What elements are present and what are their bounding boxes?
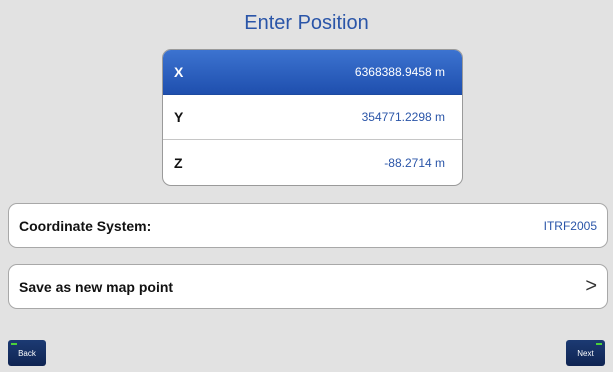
- coordinate-value: -88.2714 m: [384, 155, 445, 170]
- axis-label: Y: [174, 109, 184, 125]
- axis-label: X: [174, 64, 184, 80]
- coordinate-system-label: Coordinate System:: [19, 217, 152, 234]
- chevron-right-icon: >: [585, 275, 597, 297]
- coordinate-row-z[interactable]: Z -88.2714 m: [163, 140, 462, 185]
- next-indicator-icon: [596, 343, 602, 345]
- page-title: Enter Position: [244, 12, 369, 34]
- next-label: Next: [577, 348, 594, 358]
- coordinate-value: 354771.2298 m: [361, 110, 445, 124]
- coordinate-row-x[interactable]: X 6368388.9458 m: [163, 50, 462, 95]
- coordinate-system-value: ITRF2005: [543, 218, 597, 233]
- next-button[interactable]: Next: [566, 340, 605, 366]
- coordinate-table: X 6368388.9458 m Y 354771.2298 m Z -88.2…: [162, 49, 463, 186]
- save-map-point-button[interactable]: Save as new map point >: [8, 264, 608, 309]
- coordinate-system-button[interactable]: Coordinate System: ITRF2005: [8, 203, 608, 248]
- coordinate-value: 6368388.9458 m: [354, 65, 445, 79]
- axis-label: Z: [174, 154, 183, 171]
- back-indicator-icon: [11, 343, 17, 345]
- coordinate-row-y[interactable]: Y 354771.2298 m: [163, 95, 462, 140]
- back-label: Back: [18, 348, 36, 358]
- save-map-point-label: Save as new map point: [19, 278, 174, 295]
- back-button[interactable]: Back: [8, 340, 46, 366]
